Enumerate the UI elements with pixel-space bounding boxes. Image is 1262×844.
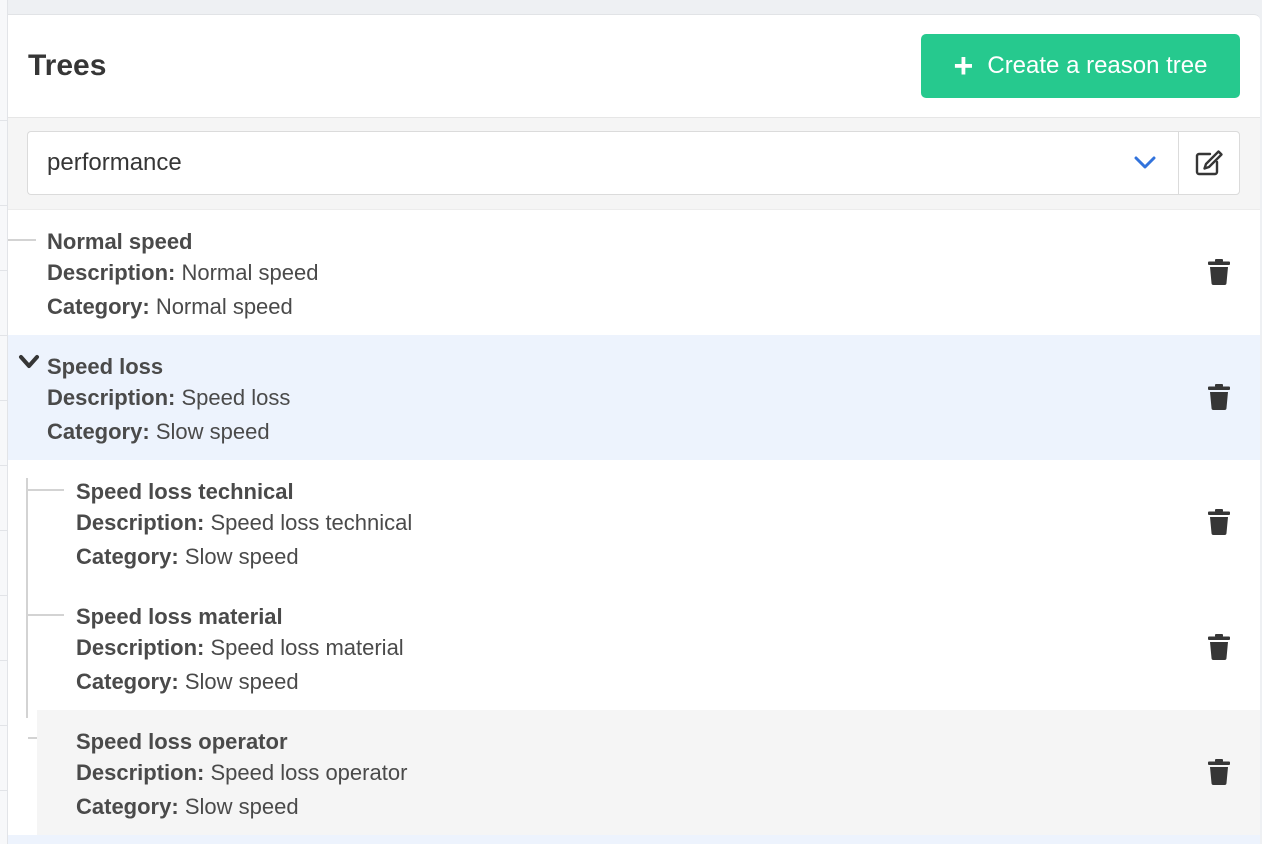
- node-name: Normal speed: [47, 229, 193, 254]
- node-content: Speed loss operator Description: Speed l…: [76, 728, 407, 824]
- node-description: Description: Normal speed: [47, 256, 318, 290]
- strip-divider: [0, 120, 8, 121]
- description-label: Description:: [47, 385, 176, 410]
- strip-divider: [0, 790, 8, 791]
- edit-tree-button[interactable]: [1178, 131, 1240, 195]
- tree-select[interactable]: performance: [27, 131, 1178, 195]
- node-description: Description: Speed loss operator: [76, 756, 407, 790]
- trees-panel: Trees + Create a reason tree performance: [8, 14, 1260, 844]
- next-row-peek: [8, 835, 1260, 844]
- trash-icon[interactable]: [1208, 383, 1230, 410]
- node-name: Speed loss: [47, 354, 164, 379]
- node-description: Description: Speed loss material: [76, 631, 404, 665]
- tree-node-speed-loss-operator-wrapper: Speed loss operator Description: Speed l…: [8, 710, 1260, 835]
- node-content: Speed loss material Description: Speed l…: [76, 603, 404, 699]
- category-value: Slow speed: [184, 669, 299, 694]
- category-value: Slow speed: [184, 544, 299, 569]
- description-label: Description:: [47, 260, 176, 285]
- category-label: Category:: [47, 294, 150, 319]
- strip-divider: [0, 725, 8, 726]
- reason-tree: Normal speed Description: Normal speed C…: [8, 210, 1260, 844]
- tree-node-speed-loss-operator[interactable]: Speed loss operator Description: Speed l…: [37, 710, 1260, 835]
- tree-connector: [28, 489, 64, 491]
- tree-select-bar: performance: [8, 118, 1260, 210]
- strip-divider: [0, 465, 8, 466]
- node-category: Category: Slow speed: [76, 665, 404, 699]
- description-value: Speed loss operator: [210, 760, 408, 785]
- create-reason-tree-button[interactable]: + Create a reason tree: [921, 34, 1240, 98]
- category-label: Category:: [47, 419, 150, 444]
- node-content: Speed loss Description: Speed loss Categ…: [47, 353, 290, 449]
- tree-node-normal-speed[interactable]: Normal speed Description: Normal speed C…: [8, 210, 1260, 335]
- node-name: Speed loss technical: [76, 479, 294, 504]
- strip-divider: [0, 335, 8, 336]
- description-value: Speed loss: [181, 385, 291, 410]
- description-label: Description:: [76, 510, 205, 535]
- node-content: Normal speed Description: Normal speed C…: [47, 228, 318, 324]
- description-value: Speed loss material: [210, 635, 404, 660]
- description-label: Description:: [76, 635, 205, 660]
- category-label: Category:: [76, 794, 179, 819]
- trash-icon[interactable]: [1208, 633, 1230, 660]
- category-value: Slow speed: [155, 419, 270, 444]
- tree-connector: [8, 239, 36, 241]
- node-category: Category: Normal speed: [47, 290, 318, 324]
- node-content: Speed loss technical Description: Speed …: [76, 478, 412, 574]
- category-label: Category:: [76, 544, 179, 569]
- category-label: Category:: [76, 669, 179, 694]
- tree-select-group: performance: [27, 131, 1240, 195]
- node-name: Speed loss material: [76, 604, 283, 629]
- node-description: Description: Speed loss: [47, 381, 290, 415]
- strip-divider: [0, 205, 8, 206]
- node-category: Category: Slow speed: [76, 790, 407, 824]
- create-button-label: Create a reason tree: [987, 52, 1208, 79]
- trash-icon[interactable]: [1208, 258, 1230, 285]
- node-category: Category: Slow speed: [47, 415, 290, 449]
- collapse-chevron-icon[interactable]: [18, 353, 40, 371]
- strip-divider: [0, 595, 8, 596]
- trash-icon[interactable]: [1208, 508, 1230, 535]
- panel-header: Trees + Create a reason tree: [8, 15, 1260, 118]
- node-description: Description: Speed loss technical: [76, 506, 412, 540]
- strip-divider: [0, 270, 8, 271]
- tree-node-speed-loss[interactable]: Speed loss Description: Speed loss Categ…: [8, 335, 1260, 460]
- tree-select-value: performance: [47, 149, 182, 176]
- strip-divider: [0, 530, 8, 531]
- description-value: Speed loss technical: [210, 510, 413, 535]
- node-name: Speed loss operator: [76, 729, 288, 754]
- strip-divider: [0, 400, 8, 401]
- description-label: Description:: [76, 760, 205, 785]
- page-title: Trees: [28, 49, 107, 82]
- trash-icon[interactable]: [1208, 758, 1230, 785]
- description-value: Normal speed: [181, 260, 319, 285]
- edit-icon: [1195, 150, 1223, 176]
- tree-connector: [28, 614, 64, 616]
- tree-node-speed-loss-technical[interactable]: Speed loss technical Description: Speed …: [8, 460, 1260, 585]
- node-category: Category: Slow speed: [76, 540, 412, 574]
- chevron-down-icon: [1134, 156, 1156, 169]
- plus-icon: +: [953, 47, 974, 85]
- left-background-strip: [0, 0, 8, 844]
- tree-node-speed-loss-material[interactable]: Speed loss material Description: Speed l…: [8, 585, 1260, 710]
- category-value: Slow speed: [184, 794, 299, 819]
- strip-divider: [0, 660, 8, 661]
- category-value: Normal speed: [155, 294, 293, 319]
